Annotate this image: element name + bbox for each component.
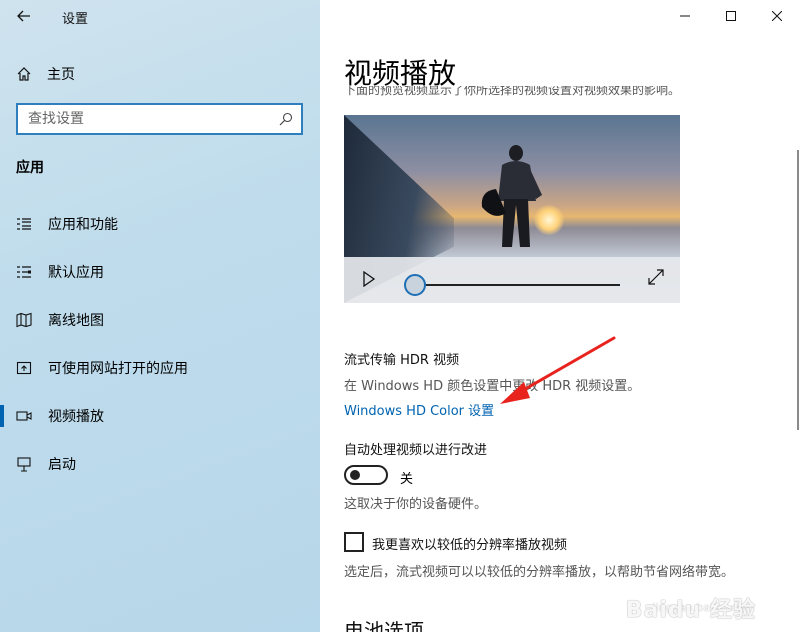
sidebar-item-label: 默认应用 [48,265,104,281]
video-preview[interactable] [344,115,680,303]
sidebar-item-label: 离线地图 [48,313,104,329]
watermark-logo: Baidu 经验 [625,598,756,623]
sidebar-item-apps-features[interactable]: 应用和功能 [0,200,320,248]
hdr-title: 流式传输 HDR 视频 [344,353,460,368]
preview-description: 下面的预览视频显示了你所选择的视频设置对视频效果的影响。 [344,86,681,96]
section-heading: 应用 [16,160,44,176]
video-icon [16,411,32,421]
search-icon[interactable] [279,112,293,126]
maximize-icon [726,11,736,21]
low-resolution-description: 选定后，流式视频可以以较低的分辨率播放，以帮助节省网络带宽。 [344,565,735,580]
sidebar: 设置 主页 应用 应用和功能 默认应用 离线地图 可使用网站打开的应用 视频播放 [0,0,320,632]
scrollbar[interactable] [797,150,799,430]
minimize-icon [680,15,690,17]
toggle-knob [350,470,360,480]
search-box[interactable] [16,103,303,135]
toggle-state-label: 关 [400,472,414,487]
back-button[interactable] [10,4,38,28]
hdr-description: 在 Windows HD 颜色设置中更改 HDR 视频设置。 [344,379,641,394]
list-icon [17,218,31,230]
auto-process-title: 自动处理视频以进行改进 [344,443,488,458]
close-icon [772,11,782,21]
person-image [481,145,542,247]
home-icon [17,67,31,81]
progress-thumb[interactable] [404,274,426,296]
sidebar-item-label: 可使用网站打开的应用 [48,361,188,377]
sidebar-item-label: 视频播放 [48,409,104,425]
sidebar-item-label: 主页 [47,67,75,83]
window-controls [662,0,800,32]
default-apps-icon [17,266,31,278]
auto-process-description: 这取决于你的设备硬件。 [344,497,488,512]
sidebar-item-label: 启动 [48,457,76,473]
low-resolution-checkbox[interactable] [344,532,364,552]
search-input[interactable] [28,111,279,127]
minimize-button[interactable] [662,0,708,32]
sidebar-nav: 应用和功能 默认应用 离线地图 可使用网站打开的应用 视频播放 启动 [0,200,320,488]
fullscreen-icon[interactable] [648,269,664,285]
startup-icon [17,457,31,472]
sidebar-item-startup[interactable]: 启动 [0,440,320,488]
sidebar-item-video-playback[interactable]: 视频播放 [0,392,320,440]
hd-color-settings-link[interactable]: Windows HD Color 设置 [344,400,494,419]
main-content: 视频播放 下面的预览视频显示了你所选择的视频设置对视频效果的影响。 流式传输 H… [320,0,800,632]
sidebar-item-label: 应用和功能 [48,217,118,233]
sidebar-item-home[interactable]: 主页 [16,63,75,85]
play-icon[interactable] [362,271,376,287]
auto-process-toggle[interactable] [344,465,388,485]
window-title: 设置 [62,12,89,27]
open-in-icon [16,361,32,375]
close-button[interactable] [754,0,800,32]
sidebar-item-apps-for-websites[interactable]: 可使用网站打开的应用 [0,344,320,392]
low-resolution-label[interactable]: 我更喜欢以较低的分辨率播放视频 [372,534,567,553]
sidebar-item-offline-maps[interactable]: 离线地图 [0,296,320,344]
maximize-button[interactable] [708,0,754,32]
sidebar-item-default-apps[interactable]: 默认应用 [0,248,320,296]
progress-track[interactable] [414,284,620,286]
back-arrow-icon [17,10,30,22]
battery-options-heading: 电池选项 [344,619,424,632]
video-controls [344,257,680,303]
map-icon [16,312,32,328]
